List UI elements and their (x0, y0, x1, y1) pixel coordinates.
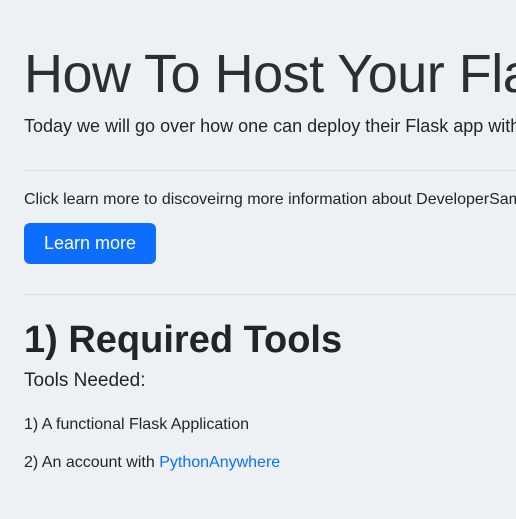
list-item-text: An account with (42, 454, 159, 471)
list-item: 1) A functional Flask Application (24, 416, 516, 434)
cta-text: Click learn more to discoveirng more inf… (24, 191, 516, 209)
list-item-prefix: 1) (24, 416, 42, 433)
section-heading: 1) Required Tools (24, 319, 516, 362)
page-title: How To Host Your Flask App (24, 45, 516, 104)
divider (24, 170, 516, 171)
section-subheading: Tools Needed: (24, 370, 516, 392)
article-page: How To Host Your Flask App Today we will… (0, 0, 516, 472)
divider (24, 294, 516, 295)
page-subtitle: Today we will go over how one can deploy… (24, 114, 516, 139)
list-item-prefix: 2) (24, 454, 42, 471)
pythonanywhere-link[interactable]: PythonAnywhere (159, 454, 280, 471)
list-item-text: A functional Flask Application (42, 416, 249, 433)
list-item: 2) An account with PythonAnywhere (24, 454, 516, 472)
learn-more-button[interactable]: Learn more (24, 223, 156, 264)
